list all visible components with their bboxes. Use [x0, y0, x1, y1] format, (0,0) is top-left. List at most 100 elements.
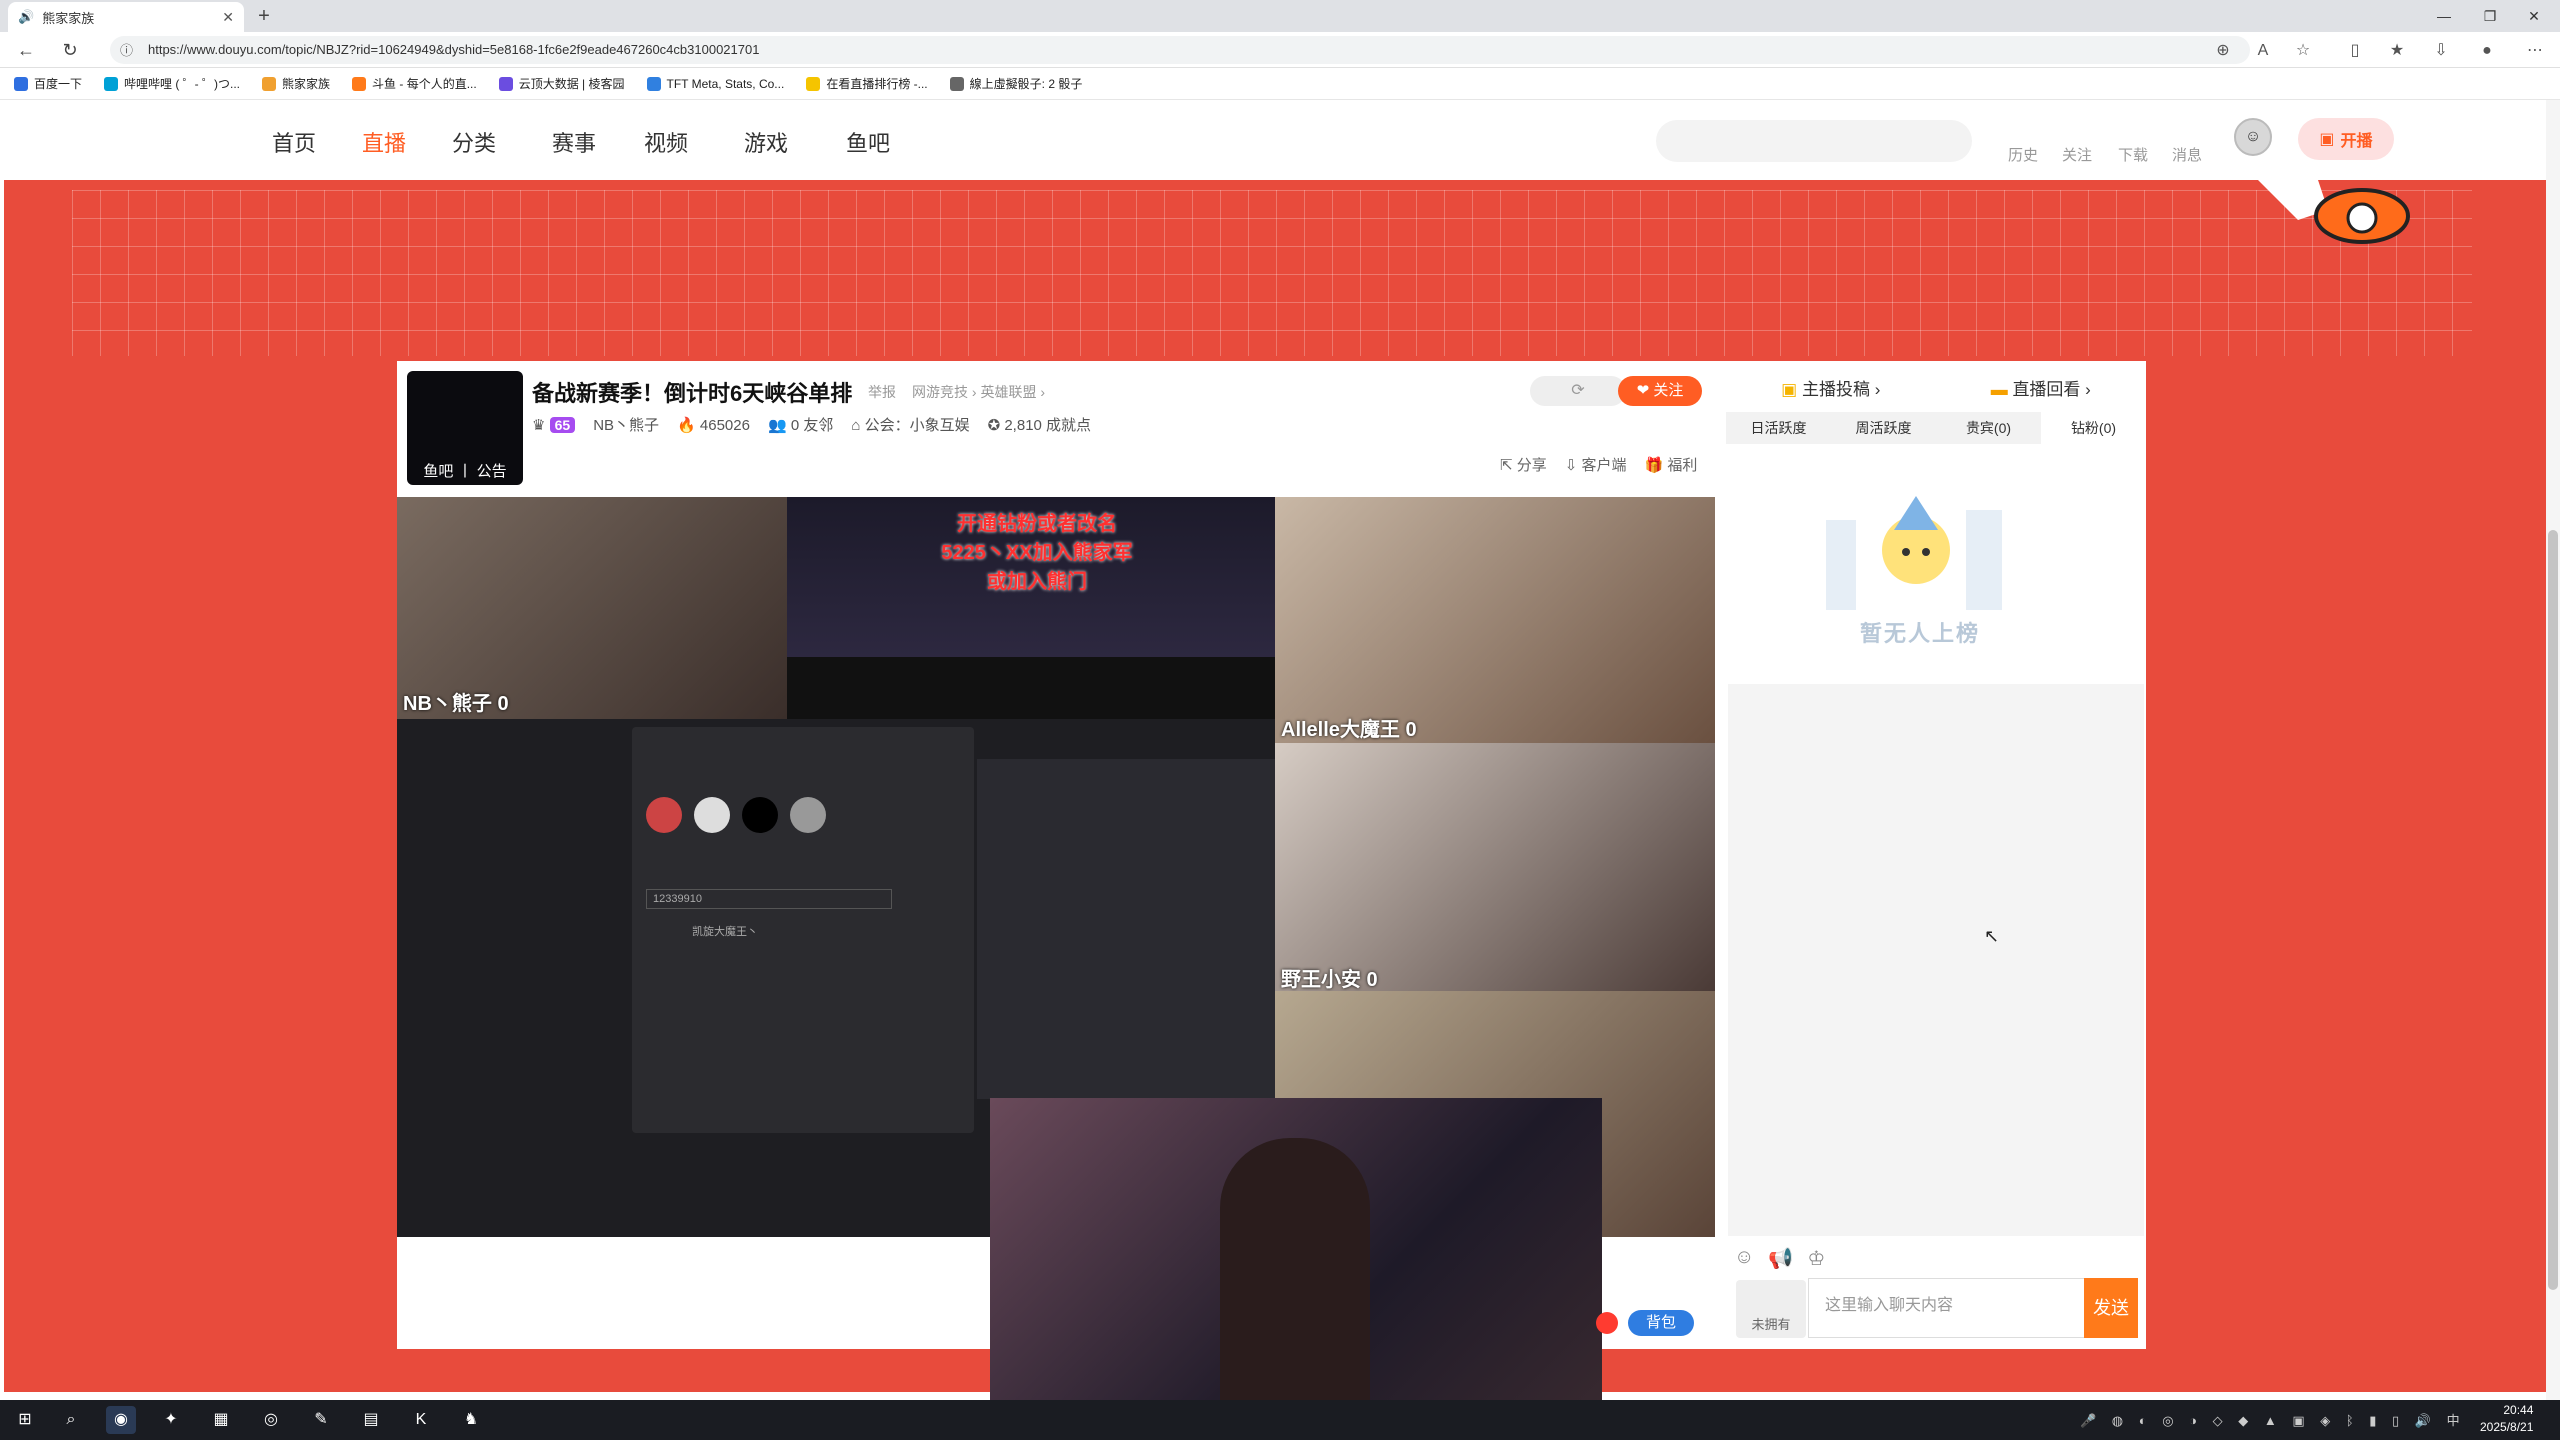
follow-button[interactable]: ❤ 关注 [1618, 376, 1702, 406]
history-link[interactable]: 历史 [2008, 144, 2038, 165]
bookmark-item[interactable]: 哔哩哔哩 ( ゜- ゜)つ... [104, 75, 240, 92]
kugou-icon[interactable]: K [406, 1406, 436, 1434]
chat-input[interactable]: 这里输入聊天内容 [1808, 1278, 2086, 1338]
nav-yuba[interactable]: 鱼吧 [846, 126, 890, 158]
read-aloud-icon[interactable]: A [2252, 40, 2274, 62]
scrollbar-thumb[interactable] [2548, 530, 2558, 1290]
bookmark-item[interactable]: 百度一下 [14, 75, 82, 92]
user-avatar[interactable]: ☺ [2234, 118, 2272, 156]
app-icon[interactable]: ▦ [206, 1406, 236, 1434]
backpack-button[interactable]: 背包 [1628, 1310, 1694, 1336]
maximize-icon[interactable]: ❐ [2470, 4, 2510, 28]
share-button[interactable]: ⇱ 分享 [1500, 454, 1547, 475]
nav-video[interactable]: 视频 [644, 126, 688, 158]
ime-indicator[interactable]: 中 [2447, 1413, 2466, 1428]
start-stream-button[interactable]: ▣ 开播 [2298, 118, 2394, 160]
nav-home[interactable]: 首页 [272, 126, 316, 158]
tab-daily[interactable]: 日活跃度 [1726, 412, 1831, 444]
close-window-icon[interactable]: ✕ [2514, 4, 2554, 28]
nav-category[interactable]: 分类 [452, 126, 496, 158]
favorites-icon[interactable]: ★ [2386, 40, 2408, 62]
bookmark-item[interactable]: 云顶大数据 | 棱客园 [498, 75, 625, 92]
start-icon[interactable]: ⊞ [10, 1406, 40, 1434]
site-info-icon[interactable]: ⓘ [120, 40, 133, 59]
tab-weekly[interactable]: 周活跃度 [1831, 412, 1936, 444]
hot-count: 🔥 465026 [677, 416, 750, 434]
favorite-star-icon[interactable]: ☆ [2292, 40, 2314, 62]
streamer-figure [1220, 1138, 1370, 1438]
follow-link[interactable]: 关注 [2062, 144, 2092, 165]
report-link[interactable]: 举报 [868, 382, 896, 402]
streamer-name[interactable]: NB丶熊子 [593, 414, 659, 435]
search-icon[interactable]: ⌕ [56, 1406, 86, 1434]
app-icon[interactable]: ♞ [456, 1406, 486, 1434]
nav-games[interactable]: 游戏 [744, 126, 788, 158]
download-link[interactable]: 下载 [2118, 144, 2148, 165]
send-button[interactable]: 发送 [2084, 1278, 2138, 1338]
bookmark-favicon-icon [806, 76, 821, 91]
close-tab-icon[interactable]: ✕ [222, 9, 234, 26]
welfare-button[interactable]: 🎁 福利 [1645, 454, 1698, 475]
replay-link[interactable]: ▬ 直播回看 › [1991, 375, 2091, 400]
nav-live[interactable]: 直播 [362, 126, 406, 158]
minimize-icon[interactable]: — [2424, 4, 2464, 28]
guild-info[interactable]: ⌂ 公会：小象互娱 [851, 414, 969, 435]
megaphone-icon[interactable]: 📢 [1768, 1246, 1793, 1271]
anchor-posts-link[interactable]: ▣ 主播投稿 › [1781, 375, 1880, 400]
avatar-label[interactable]: 鱼吧 丨 公告 [407, 460, 523, 484]
avatar[interactable] [790, 797, 826, 833]
multi-link-popup: 12339910 凯旋大魔王丶 [632, 727, 974, 1133]
room-meta: ♛ 65 NB丶熊子 🔥 465026 👥 0 友邻 ⌂ 公会：小象互娱 ✪ 2… [532, 414, 1091, 435]
guild-icon: ⌂ [851, 417, 861, 434]
chrome-icon[interactable]: ◎ [256, 1406, 286, 1434]
app-icon[interactable]: ▤ [356, 1406, 386, 1434]
rank-tabs: 日活跃度 周活跃度 贵宾(0) 钻粉(0) [1726, 412, 2146, 444]
category-breadcrumb[interactable]: 网游竞技 › 英雄联盟 › [912, 382, 1045, 402]
nav-events[interactable]: 赛事 [552, 126, 596, 158]
avatar[interactable] [694, 797, 730, 833]
bookmark-item[interactable]: 熊家家族 [262, 75, 330, 92]
new-tab-button[interactable]: + [252, 4, 276, 28]
bookmark-favicon-icon [646, 76, 661, 91]
address-bar[interactable]: https://www.douyu.com/topic/NBJZ?rid=106… [110, 36, 2250, 64]
emoji-icon[interactable]: ☺ [1734, 1246, 1754, 1271]
crown-icon[interactable]: ♔ [1807, 1246, 1825, 1271]
achievement-points[interactable]: ✪ 2,810 成就点 [988, 414, 1091, 435]
avatar[interactable] [646, 797, 682, 833]
app-icon[interactable]: ✎ [306, 1406, 336, 1434]
speaker-icon[interactable]: 🔊 [18, 9, 34, 25]
download-icon: ⇩ [1564, 457, 1578, 474]
message-link[interactable]: 消息 [2172, 144, 2202, 165]
friends-count[interactable]: 👥 0 友邻 [768, 414, 833, 435]
app-icon[interactable]: ✦ [156, 1406, 186, 1434]
back-arrow-icon[interactable]: ← [14, 38, 38, 62]
reload-icon[interactable]: ↻ [58, 38, 82, 62]
tab-vip[interactable]: 贵宾(0) [1936, 412, 2041, 444]
edge-browser-icon[interactable]: ◉ [106, 1406, 136, 1434]
download-icon[interactable]: ⇩ [2430, 40, 2452, 62]
browser-tab[interactable]: 🔊 熊家家族 ✕ [8, 2, 244, 32]
client-button[interactable]: ⇩ 客户端 [1565, 454, 1627, 475]
tab-title: 熊家家族 [42, 10, 95, 26]
chat-messages[interactable] [1728, 684, 2144, 1236]
search-input[interactable] [1656, 120, 1972, 162]
bookmark-item[interactable]: 線上虛擬骰子: 2 骰子 [949, 75, 1082, 92]
banner-grid [72, 190, 2472, 356]
fan-badge[interactable]: 未拥有 [1736, 1280, 1806, 1338]
tab-diamond[interactable]: 钻粉(0) [2041, 412, 2146, 444]
room-id-input[interactable]: 12339910 [646, 889, 892, 909]
more-menu-icon[interactable]: ⋯ [2524, 40, 2546, 62]
picture-in-picture-video[interactable] [990, 1098, 1602, 1440]
bookmark-favicon-icon [352, 76, 367, 91]
system-tray[interactable]: 🎤 ◍ ◐ ◎ ◑ ◇ ◆ ▲ ▣ ◈ ᛒ ▮ ▯ 🔊 中 [2080, 1410, 2466, 1429]
profile-icon[interactable]: ● [2476, 40, 2498, 62]
bookmark-item[interactable]: TFT Meta, Stats, Co... [646, 76, 784, 91]
zoom-icon[interactable]: ⊕ [2212, 40, 2234, 62]
bookmark-item[interactable]: 在看直播排行榜 -... [806, 75, 928, 92]
bookmark-item[interactable]: 斗鱼 - 每个人的直... [352, 75, 477, 92]
system-clock[interactable]: 20:44 2025/8/21 [2480, 1402, 2533, 1436]
post-icon: ▣ [1781, 380, 1798, 399]
tile-name: Allelle大魔王 0 [1281, 719, 1417, 741]
split-screen-icon[interactable]: ▯ [2344, 40, 2366, 62]
avatar[interactable] [742, 797, 778, 833]
